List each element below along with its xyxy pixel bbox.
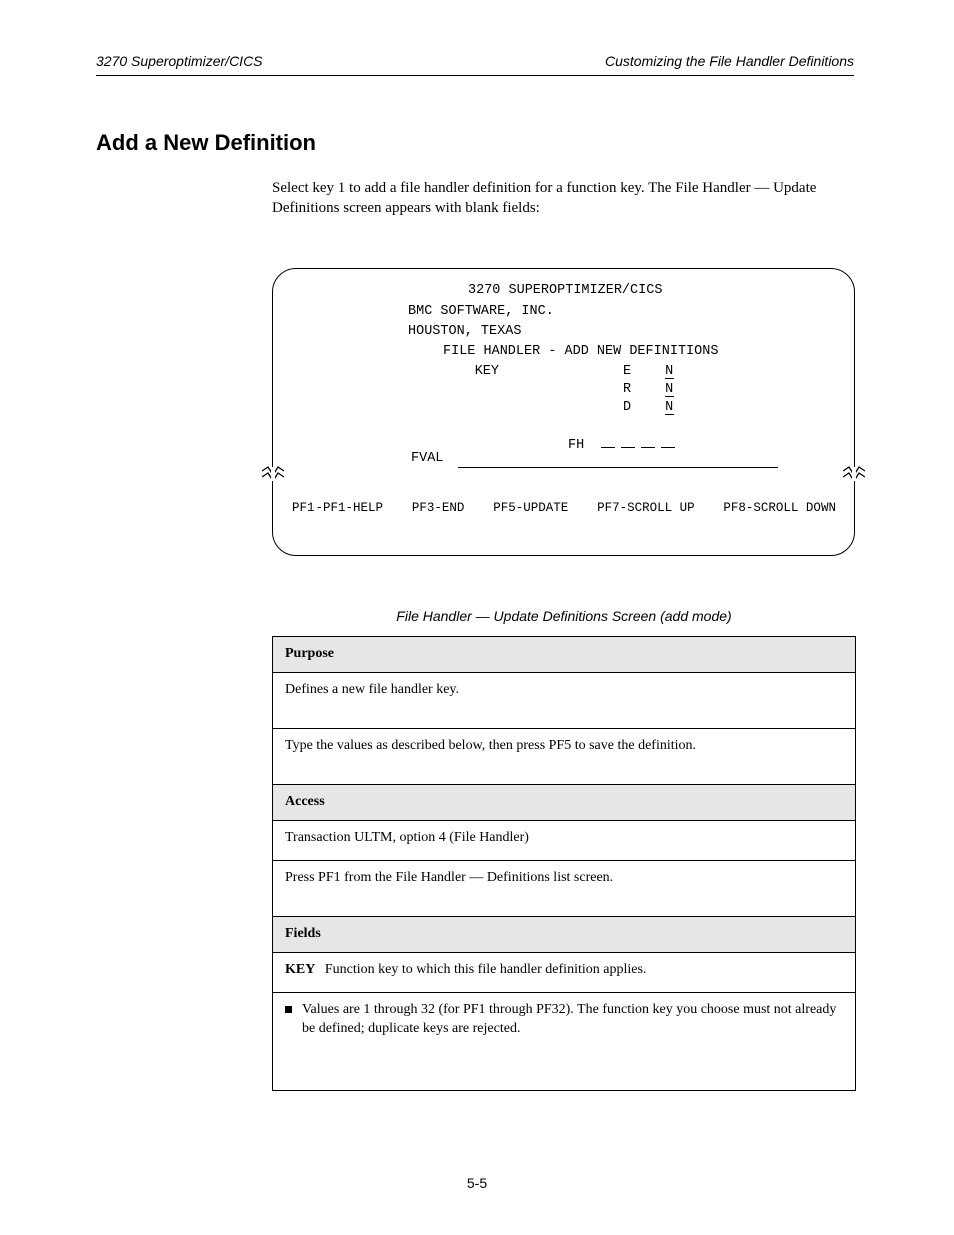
table-caption: File Handler — Update Definitions Screen… (272, 608, 856, 624)
screen-addr2: HOUSTON, TEXAS (408, 324, 521, 339)
fh-row: FH (568, 434, 678, 453)
header-rule (96, 75, 854, 76)
flag-d-value[interactable]: N (665, 401, 674, 415)
field-name-key: KEY (285, 962, 315, 977)
pf-keys: PF1-PF1-HELP PF3-END PF5-UPDATE PF7-SCRO… (291, 501, 836, 515)
purpose-row-2: Type the values as described below, then… (273, 728, 855, 784)
fields-row-key: KEY Function key to which this file hand… (273, 952, 855, 992)
screen-subtitle: FILE HANDLER - ADD NEW DEFINITIONS (443, 344, 718, 359)
fh-label: FH (568, 438, 584, 453)
mask-l (271, 467, 275, 481)
pf3-end[interactable]: PF3-END (412, 501, 465, 515)
flag-column: E N R N D N (623, 364, 674, 418)
page-number: 5-5 (0, 1175, 954, 1191)
terminal-screen: 3270 SUPEROPTIMIZER/CICS BMC SOFTWARE, I… (272, 268, 855, 556)
fh-blanks[interactable] (598, 438, 678, 453)
flag-e-value[interactable]: N (665, 365, 674, 379)
definition-table: Purpose Defines a new file handler key. … (272, 636, 856, 1091)
section-heading: Add a New Definition (96, 130, 316, 156)
access-row-1: Transaction ULTM, option 4 (File Handler… (273, 820, 855, 860)
group-access: Access (273, 784, 855, 820)
group-fields: Fields (273, 916, 855, 952)
fval-label: FVAL (411, 451, 443, 466)
screen-title: 3270 SUPEROPTIMIZER/CICS (468, 283, 662, 298)
field-desc-key: Function key to which this file handler … (325, 962, 647, 977)
access-row-2: Press PF1 from the File Handler — Defini… (273, 860, 855, 916)
intro-paragraph: Select key 1 to add a file handler defin… (272, 178, 857, 219)
mask-r (852, 467, 856, 481)
bullet-icon (285, 1006, 292, 1013)
pf7-up[interactable]: PF7-SCROLL UP (597, 501, 695, 515)
header-left: 3270 Superoptimizer/CICS (96, 53, 263, 69)
screen-addr1: BMC SOFTWARE, INC. (408, 304, 554, 319)
pf5-update[interactable]: PF5-UPDATE (493, 501, 568, 515)
pf8-down[interactable]: PF8-SCROLL DOWN (723, 501, 836, 515)
flag-r-label: R (623, 382, 657, 397)
bullet-text: Values are 1 through 32 (for PF1 through… (302, 1001, 843, 1082)
fval-input-line[interactable] (458, 467, 778, 468)
pf1-help[interactable]: PF1-PF1-HELP (291, 501, 383, 515)
flag-r-value[interactable]: N (665, 383, 674, 397)
purpose-row-1: Defines a new file handler key. (273, 672, 855, 728)
field-key-label: KEY (475, 364, 499, 379)
header-right: Customizing the File Handler Definitions (605, 53, 854, 69)
fields-row-bullet: Values are 1 through 32 (for PF1 through… (273, 992, 855, 1090)
flag-e-label: E (623, 364, 657, 379)
group-purpose: Purpose (273, 637, 855, 672)
flag-d-label: D (623, 400, 657, 415)
